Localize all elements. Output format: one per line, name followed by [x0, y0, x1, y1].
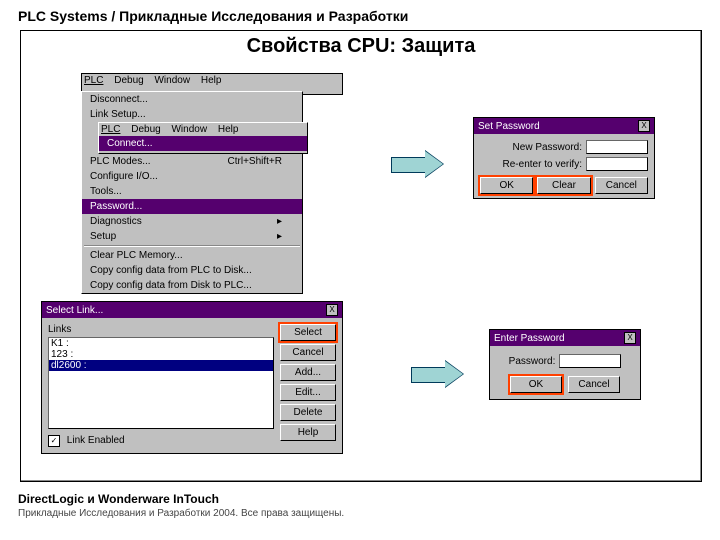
slide-frame: Свойства CPU: Защита PLC Debug Window He…	[20, 30, 702, 482]
clear-button[interactable]: Clear	[537, 177, 590, 194]
select-link-dialog: Select Link... X Links K1 : 123 : dl2600…	[41, 301, 343, 454]
menu-link-setup[interactable]: Link Setup...	[82, 107, 302, 122]
secondary-menubar: PLC Debug Window Help Connect...	[98, 122, 308, 154]
cancel-button[interactable]: Cancel	[568, 376, 620, 393]
menu-password[interactable]: Password...	[82, 199, 302, 214]
menu-connect[interactable]: Connect...	[99, 136, 307, 151]
label-reenter-password: Re-enter to verify:	[503, 159, 582, 170]
label-new-password: New Password:	[513, 142, 582, 153]
enter-password-dialog: Enter Password X Password: OK Cancel	[489, 329, 641, 400]
menu-tools[interactable]: Tools...	[82, 184, 302, 199]
cancel-button[interactable]: Cancel	[280, 344, 336, 361]
set-password-dialog: Set Password X New Password: Re-enter to…	[473, 117, 655, 199]
edit-button[interactable]: Edit...	[280, 384, 336, 401]
new-password-input[interactable]	[586, 140, 648, 154]
slide-title: Свойства CPU: Защита	[21, 35, 701, 58]
close-icon[interactable]: X	[638, 120, 650, 132]
menu-setup[interactable]: Setup	[82, 229, 302, 244]
link-enabled-checkbox[interactable]: ✓	[48, 435, 60, 447]
close-icon[interactable]: X	[624, 332, 636, 344]
link-enabled-label: Link Enabled	[67, 435, 125, 446]
enter-password-titlebar: Enter Password X	[490, 330, 640, 346]
verify-password-input[interactable]	[586, 157, 648, 171]
menu-clear-plc-memory[interactable]: Clear PLC Memory...	[82, 248, 302, 263]
arrow-icon	[411, 361, 465, 387]
footer-product: DirectLogic и Wonderware InTouch	[18, 492, 219, 506]
links-group-label: Links	[48, 324, 274, 335]
menu-disconnect[interactable]: Disconnect...	[82, 92, 302, 107]
list-item-selected[interactable]: dl2600 :	[49, 360, 273, 371]
select-link-titlebar: Select Link... X	[42, 302, 342, 318]
password-input[interactable]	[559, 354, 621, 368]
menu-copy-to-disk[interactable]: Copy config data from PLC to Disk...	[82, 263, 302, 278]
help-button[interactable]: Help	[280, 424, 336, 441]
menu-copy-from-disk[interactable]: Copy config data from Disk to PLC...	[82, 278, 302, 293]
list-item[interactable]: 123 :	[49, 349, 273, 360]
select-button[interactable]: Select	[280, 324, 336, 341]
ok-button[interactable]: OK	[510, 376, 562, 393]
list-item[interactable]: K1 :	[49, 338, 273, 349]
label-password: Password:	[509, 356, 556, 367]
plc-menu: Disconnect... Link Setup... PLC Debug Wi…	[81, 91, 303, 294]
close-icon[interactable]: X	[326, 304, 338, 316]
set-password-titlebar: Set Password X	[474, 118, 654, 134]
footer-copyright: Прикладные Исследования и Разработки 200…	[18, 508, 344, 519]
page-header: PLC Systems / Прикладные Исследования и …	[18, 8, 408, 24]
delete-button[interactable]: Delete	[280, 404, 336, 421]
menu-plc-modes[interactable]: PLC Modes...Ctrl+Shift+R	[82, 154, 302, 169]
add-button[interactable]: Add...	[280, 364, 336, 381]
menubar-top[interactable]: PLC Debug Window Help	[82, 74, 342, 87]
menu-diagnostics[interactable]: Diagnostics	[82, 214, 302, 229]
links-listbox[interactable]: K1 : 123 : dl2600 :	[48, 337, 274, 429]
cancel-button[interactable]: Cancel	[595, 177, 648, 194]
arrow-icon	[391, 151, 445, 177]
menu-configure-io[interactable]: Configure I/O...	[82, 169, 302, 184]
ok-button[interactable]: OK	[480, 177, 533, 194]
